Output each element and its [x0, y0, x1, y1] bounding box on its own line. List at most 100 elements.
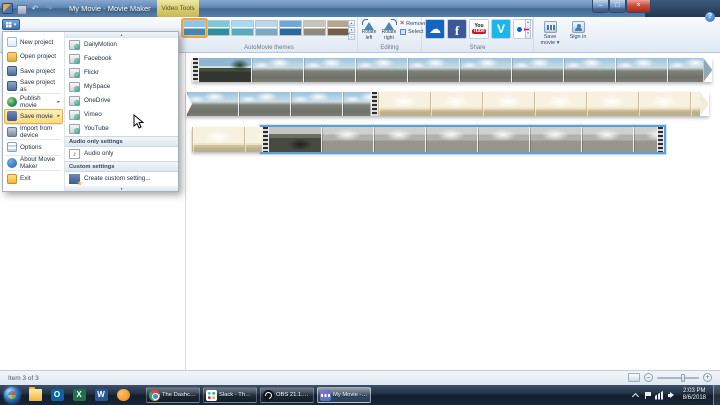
selected-clip-group[interactable] [262, 127, 663, 152]
sign-in-button[interactable]: Sign in [566, 19, 590, 50]
share-onedrive-icon[interactable]: ☁ [425, 19, 445, 39]
share-scroll-up-icon[interactable]: ▴ [525, 19, 531, 29]
file-menu-item-exit[interactable]: Exit [4, 171, 63, 186]
volume-icon[interactable] [667, 391, 676, 400]
submenu-item-facebook[interactable]: Facebook [65, 52, 178, 66]
file-menu-item-publish-movie[interactable]: Publish movie▸ [4, 94, 63, 109]
maximize-button[interactable]: □ [609, 0, 626, 13]
zoom-in-button[interactable]: + [703, 373, 712, 382]
device-icon [7, 127, 17, 137]
redo-icon[interactable]: ↷ [43, 3, 55, 15]
file-menu-item-save-project[interactable]: Save project [4, 64, 63, 79]
automovie-theme-5[interactable] [279, 20, 302, 36]
file-menu-item-save-movie[interactable]: Save movie▸ [4, 109, 63, 124]
network-icon[interactable] [655, 391, 664, 400]
sign-in-label: Sign in [570, 34, 587, 40]
submenu-item-dailymotion[interactable]: DailyMotion [65, 38, 178, 52]
clip-bright[interactable] [378, 92, 700, 116]
automovie-theme-7[interactable] [327, 20, 350, 36]
show-desktop-button[interactable] [713, 385, 720, 405]
moviemaker-icon [320, 390, 331, 401]
undo-icon[interactable]: ↶ [29, 3, 41, 15]
taskbar-pinned-chat-icon[interactable] [113, 387, 133, 403]
zoom-out-button[interactable]: – [644, 373, 653, 382]
file-menu-item-open-project[interactable]: Open project [4, 50, 63, 65]
file-menu-item-label: Save project as [20, 79, 60, 93]
share-vimeo-icon[interactable]: V [491, 19, 511, 39]
submenu-scroll-down[interactable]: ▾ [65, 186, 178, 192]
taskbar-pinned-explorer-icon[interactable] [25, 387, 45, 403]
submenu-item-audio-only[interactable]: ♪Audio only [65, 147, 178, 161]
file-menu-item-save-project-as[interactable]: Save project as [4, 79, 63, 94]
submenu-item-vimeo[interactable]: Vimeo [65, 108, 178, 122]
slack-icon [206, 390, 217, 401]
pinned-apps: OXW [24, 387, 134, 403]
clip-dark-road[interactable] [199, 58, 251, 82]
filmstrip-edge [192, 58, 199, 82]
filmstrip-edge [371, 92, 378, 116]
submenu-section-custom-settings: Custom settings [65, 161, 178, 172]
taskbar-button-obs[interactable]: OBS 21.1.2 (64bit,... [260, 387, 314, 403]
gallery-expand-icon[interactable]: ▿ [348, 34, 355, 40]
gallery-scroll-down-icon[interactable]: ▾ [348, 27, 355, 33]
rotate-right-label: Rotate right [380, 30, 398, 41]
share-scroll-down-icon[interactable]: ▾ [525, 30, 531, 40]
submenu-item-label: Facebook [84, 55, 112, 62]
clip-bright[interactable] [192, 127, 262, 152]
help-icon[interactable]: ? [705, 12, 715, 22]
taskbar-clock[interactable]: 2:03 PM 8/6/2018 [683, 388, 706, 402]
view-toggle-icon[interactable] [628, 373, 640, 382]
hidden-icons-icon[interactable] [631, 391, 640, 400]
submenu-item-youtube[interactable]: YouTube [65, 122, 178, 136]
file-menu-item-about-movie-maker[interactable]: About Movie Maker [4, 156, 63, 171]
save-movie-button[interactable]: Save movie ▾ [538, 19, 562, 50]
automovie-theme-2[interactable] [207, 20, 230, 36]
submenu-item-onedrive[interactable]: OneDrive [65, 94, 178, 108]
taskbar-pinned-outlook-icon[interactable]: O [47, 387, 67, 403]
file-menu-item-import-from-device[interactable]: Import from device [4, 125, 63, 140]
file-menu-item-label: Import from device [20, 125, 60, 139]
taskbar-button-moviemaker[interactable]: My Movie - Movi... [317, 387, 371, 403]
rotate-right-button[interactable]: Rotate right [380, 19, 398, 41]
start-button[interactable] [4, 387, 20, 403]
file-grid-icon [6, 22, 12, 28]
zoom-slider-thumb[interactable] [681, 374, 685, 382]
taskbar-button-slack[interactable]: Slack - The Dashc... [203, 387, 257, 403]
gallery-scroll-up-icon[interactable]: ▴ [348, 20, 355, 26]
rotate-left-button[interactable]: Rotate left [360, 19, 378, 41]
submenu-item-myspace[interactable]: MySpace [65, 80, 178, 94]
submenu-item-flickr[interactable]: Flickr [65, 66, 178, 80]
automovie-theme-1[interactable] [183, 20, 206, 36]
action-center-icon[interactable] [643, 391, 652, 400]
obs-icon [263, 390, 274, 401]
close-button[interactable]: × [626, 0, 651, 13]
taskbar-pinned-excel-icon[interactable]: X [69, 387, 89, 403]
submenu-item-create-custom-setting[interactable]: Create custom setting... [65, 172, 178, 186]
file-menu-item-new-project[interactable]: New project [4, 35, 63, 50]
share-facebook-icon[interactable]: f [447, 19, 467, 39]
submenu-item-label: Vimeo [84, 111, 102, 118]
minimize-button[interactable]: – [592, 0, 609, 13]
video-tools-contextual-tab[interactable]: Video Tools [157, 0, 199, 17]
file-menu-button[interactable]: ▾ [2, 19, 20, 30]
save-movie-dropdown-icon: ▾ [557, 40, 560, 46]
automovie-theme-3[interactable] [231, 20, 254, 36]
taskbar-button-chrome[interactable]: The Dashcam Sto... [146, 387, 200, 403]
window-controls: – □ × [592, 0, 651, 13]
clip-road[interactable] [251, 58, 703, 82]
quick-save-icon[interactable] [15, 3, 27, 15]
zoom-slider[interactable] [657, 377, 699, 379]
file-menu-item-options[interactable]: Options [4, 140, 63, 155]
taskbar-pinned-word-icon[interactable]: W [91, 387, 111, 403]
share-label: Share [422, 45, 533, 51]
share-youtube-icon[interactable]: YouTube [469, 19, 489, 39]
rotate-right-icon [382, 19, 397, 30]
save-movie-label: Save movie [541, 34, 557, 46]
clip-road[interactable] [186, 92, 371, 116]
automovie-theme-4[interactable] [255, 20, 278, 36]
select-all-icon [400, 29, 406, 35]
clip-dark-gray[interactable] [269, 127, 321, 152]
audio-icon: ♪ [69, 149, 80, 159]
automovie-theme-6[interactable] [303, 20, 326, 36]
clip-gray[interactable] [321, 127, 656, 152]
